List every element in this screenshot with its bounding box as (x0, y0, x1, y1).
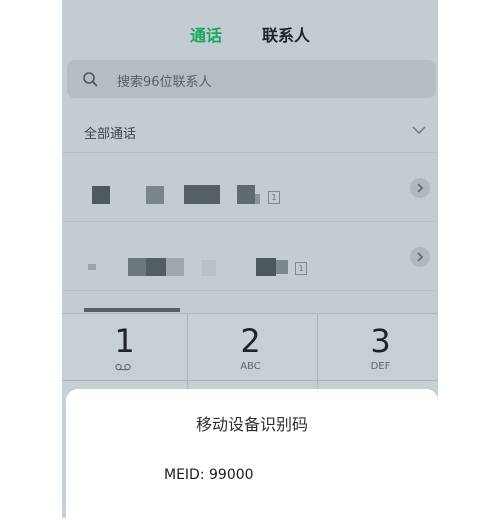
sim-badge: 1 (295, 262, 307, 275)
key-letters: ABC (240, 361, 261, 372)
redacted-name (88, 264, 96, 270)
call-filter[interactable]: 全部通话 (62, 108, 438, 153)
tab-bar: 通话 联系人 (62, 20, 438, 46)
call-filter-label: 全部通话 (84, 127, 137, 142)
tab-calls[interactable]: 通话 (190, 22, 222, 46)
sim-badge: 1 (268, 191, 280, 204)
keypad-divider (62, 380, 438, 381)
search-icon (83, 72, 98, 87)
redacted-name (184, 185, 220, 204)
search-placeholder: 搜索96位联系人 (117, 75, 212, 90)
meid-value: MEID: 99000 (164, 467, 254, 483)
key-letters: DEF (370, 361, 391, 372)
call-log-row[interactable]: 1 (62, 153, 438, 222)
key-3[interactable]: 3 DEF (318, 314, 438, 380)
key-digit: 3 (370, 322, 391, 360)
tab-contacts[interactable]: 联系人 (262, 22, 310, 46)
redacted-name (255, 194, 260, 204)
key-1[interactable]: 1 (62, 314, 187, 380)
call-detail-button[interactable] (410, 178, 430, 198)
redacted-name (166, 258, 184, 276)
call-detail-button[interactable] (410, 247, 430, 267)
redacted-name (276, 260, 288, 274)
redacted-name (92, 186, 110, 204)
key-digit: 1 (114, 322, 135, 360)
call-log-row[interactable]: 1 (62, 222, 438, 291)
redacted-name (146, 186, 164, 204)
redacted-name (146, 258, 166, 276)
dialog-title: 移动设备识别码 (195, 415, 308, 434)
key-digit: 2 (240, 322, 261, 360)
chevron-down-icon (412, 126, 426, 134)
device-id-dialog: 移动设备识别码 MEID: 99000 (66, 389, 438, 529)
redacted-name (256, 258, 276, 276)
voicemail-icon (115, 363, 131, 371)
partial-number-text (84, 308, 180, 312)
chevron-right-icon (417, 252, 424, 262)
redacted-name (202, 260, 216, 276)
chevron-right-icon (417, 183, 424, 193)
key-2[interactable]: 2 ABC (188, 314, 313, 380)
redacted-name (237, 185, 255, 204)
search-input[interactable]: 搜索96位联系人 (67, 60, 436, 98)
redacted-name (128, 258, 146, 276)
